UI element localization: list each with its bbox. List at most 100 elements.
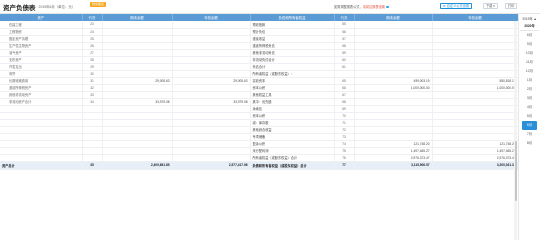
table-cell[interactable] (432, 56, 518, 64)
table-cell[interactable] (354, 63, 433, 71)
table-cell[interactable] (172, 105, 251, 113)
table-cell[interactable]: 1,497,465.27 (354, 147, 433, 155)
table-cell[interactable] (432, 133, 518, 141)
table-cell[interactable] (102, 105, 173, 113)
period-month-item[interactable]: 7月 (519, 130, 540, 139)
period-month-item[interactable]: 3月 (519, 94, 540, 103)
table-cell[interactable] (432, 35, 518, 43)
table-cell[interactable] (354, 70, 433, 78)
custom-formula-button[interactable]: ⚙ 自定义公式设置 (440, 2, 473, 9)
table-cell[interactable] (172, 21, 251, 29)
table-cell[interactable] (172, 70, 251, 78)
table-cell[interactable] (172, 140, 251, 148)
table-cell[interactable] (172, 91, 251, 99)
table-cell[interactable] (432, 70, 518, 78)
table-cell[interactable] (172, 84, 251, 92)
table-cell[interactable] (354, 133, 433, 141)
table-cell[interactable] (102, 28, 173, 36)
table-cell[interactable] (102, 126, 173, 134)
table-cell[interactable] (354, 112, 433, 120)
table-cell[interactable]: 121,748.20 (432, 140, 518, 148)
table-cell[interactable] (432, 21, 518, 29)
table-cell[interactable] (354, 56, 433, 64)
table-cell[interactable]: 121,748.20 (354, 140, 433, 148)
period-month-item[interactable]: 9月 (519, 40, 540, 49)
table-cell[interactable] (432, 42, 518, 50)
table-cell[interactable] (172, 56, 251, 64)
period-year[interactable]: 2020年 (519, 23, 540, 28)
table-cell[interactable] (102, 70, 173, 78)
table-cell[interactable]: 33,979.08 (172, 98, 251, 106)
table-cell[interactable] (102, 133, 173, 141)
table-cell[interactable] (172, 119, 251, 127)
table-cell[interactable]: 1,000,000.00 (432, 84, 518, 92)
period-month-item[interactable]: 1月 (519, 76, 540, 85)
table-cell[interactable] (354, 28, 433, 36)
table-cell[interactable] (354, 42, 433, 50)
table-cell[interactable] (102, 56, 173, 64)
notice-link[interactable]: 请前往报表设置 (363, 5, 385, 9)
table-cell[interactable] (354, 91, 433, 99)
table-cell[interactable] (354, 105, 433, 113)
table-cell[interactable] (102, 63, 173, 71)
table-cell[interactable] (432, 63, 518, 71)
period-month-item[interactable]: 6月 (519, 31, 540, 40)
table-cell[interactable]: 29,005.63 (172, 77, 251, 85)
table-cell[interactable] (354, 119, 433, 127)
table-cell[interactable]: 29,005.63 (102, 77, 173, 85)
period-month-item[interactable]: 5月 (519, 112, 540, 121)
table-cell[interactable] (172, 147, 251, 155)
table-cell[interactable]: 2,976,373.47 (432, 154, 518, 162)
period-month-item[interactable]: 2月 (519, 85, 540, 94)
table-cell[interactable] (172, 112, 251, 120)
table-cell[interactable] (102, 49, 173, 57)
table-cell[interactable] (172, 133, 251, 141)
table-cell[interactable] (102, 35, 173, 43)
table-cell[interactable] (354, 126, 433, 134)
period-month-item[interactable]: 6月 (522, 121, 537, 130)
period-month-item[interactable]: 10月 (519, 49, 540, 58)
period-month-item[interactable]: 4月 (519, 103, 540, 112)
table-cell[interactable] (432, 49, 518, 57)
table-cell[interactable] (102, 140, 173, 148)
table-cell[interactable] (172, 63, 251, 71)
table-cell[interactable]: 580,818.17 (432, 77, 518, 85)
table-cell[interactable] (102, 42, 173, 50)
table-cell[interactable] (102, 84, 173, 92)
table-cell[interactable]: 1,000,000.00 (354, 84, 433, 92)
table-cell[interactable] (354, 21, 433, 29)
table-cell[interactable] (354, 35, 433, 43)
vertical-scrollbar[interactable] (514, 21, 517, 240)
period-month-item[interactable]: 8月 (519, 139, 540, 148)
table-cell[interactable] (432, 105, 518, 113)
period-month-item[interactable]: 12月 (519, 67, 540, 76)
table-cell[interactable] (432, 98, 518, 106)
table-cell[interactable]: 499,003.19 (354, 77, 433, 85)
table-cell[interactable] (432, 112, 518, 120)
table-cell[interactable] (172, 28, 251, 36)
table-cell[interactable] (172, 154, 251, 162)
download-button[interactable]: 下载 ▾ (483, 2, 498, 9)
print-button[interactable]: 打印 (505, 2, 518, 9)
table-cell[interactable] (172, 42, 251, 50)
table-cell[interactable] (102, 91, 173, 99)
table-cell[interactable] (102, 112, 173, 120)
table-cell[interactable] (172, 49, 251, 57)
table-cell[interactable]: 33,979.08 (102, 98, 173, 106)
table-cell[interactable] (354, 49, 433, 57)
table-cell[interactable] (354, 98, 433, 106)
table-cell[interactable] (172, 126, 251, 134)
table-cell[interactable] (102, 154, 173, 162)
table-cell[interactable]: 1,497,465.27 (432, 147, 518, 155)
table-cell[interactable] (432, 119, 518, 127)
table-cell[interactable] (172, 35, 251, 43)
table-cell[interactable] (432, 91, 518, 99)
period-month-item[interactable]: 11月 (519, 58, 540, 67)
period-panel-header[interactable]: 2019年 ▲ (519, 16, 540, 21)
table-cell[interactable]: 2,976,373.47 (354, 154, 433, 162)
scrollbar-thumb[interactable] (514, 141, 517, 201)
table-cell[interactable] (102, 147, 173, 155)
table-cell[interactable] (432, 126, 518, 134)
report-tag[interactable]: 财务报表 (90, 1, 107, 7)
table-cell[interactable] (432, 28, 518, 36)
